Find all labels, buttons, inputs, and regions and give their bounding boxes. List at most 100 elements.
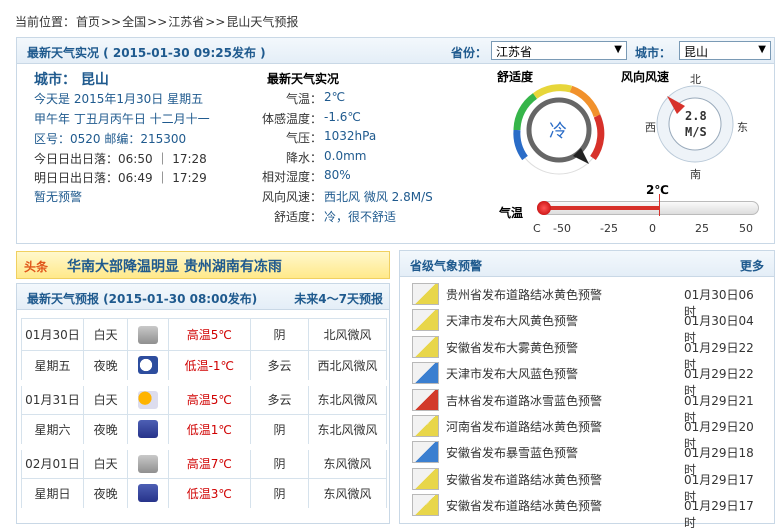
forecast-icon-cell: [127, 414, 169, 447]
obs-key: 体感温度：: [261, 111, 322, 126]
warnings-title: 省级气象预警: [410, 259, 483, 273]
forecast-icon-cell: [127, 478, 169, 511]
wind-unit: M/S: [685, 125, 707, 139]
obs-title: 最新天气实况: [267, 72, 340, 86]
forecast-cell: 阴: [250, 414, 309, 447]
chevron-down-icon: ▼: [758, 44, 766, 55]
city-title: 城市： 昆山: [34, 72, 109, 88]
obs-key: 气压：: [285, 131, 322, 146]
warning-item[interactable]: 安徽省发布暴雪蓝色预警 01月29日18时: [412, 439, 762, 477]
breadcrumb-sep: >>: [205, 15, 226, 29]
warning-badge-icon: [412, 467, 439, 490]
obs-key: 相对湿度：: [261, 170, 322, 185]
forecast-table: 01月30日 白天 高温5℃ 阴北风微风 星期五 夜晚 低温-1℃ 多云 西北风微风 01月31日…: [21, 318, 388, 514]
temp-fill: [544, 206, 659, 210]
warning-badge-icon: [412, 362, 439, 385]
forecast-cell: 星期日: [21, 478, 84, 511]
forecast-cell: 02月01日: [21, 446, 84, 479]
warning-text[interactable]: 安徽省发布道路结冰黄色预警: [446, 497, 602, 514]
obs-value: 1032hPa: [324, 129, 377, 144]
province-select[interactable]: 江苏省 ▼: [491, 41, 627, 60]
wind-speed: 2.8: [685, 109, 707, 123]
forecast-temp: 低温-1℃: [167, 350, 252, 383]
forecast-temp: 高温5℃: [167, 382, 252, 415]
warning-text[interactable]: 安徽省发布暴雪蓝色预警: [446, 444, 578, 461]
temp-bulb: [537, 201, 551, 215]
warnings-header: 省级气象预警 更多: [400, 251, 774, 277]
forecast-7day-link[interactable]: 未来4～7天预报: [294, 290, 383, 307]
obs-key: 风向风速：: [261, 190, 322, 204]
temp-tick-label: 25: [695, 222, 709, 235]
breadcrumb-prefix: 当前位置：: [15, 15, 76, 29]
obs-key: 舒适度：: [273, 209, 322, 224]
temp-tick-label: -50: [553, 222, 571, 235]
forecast-icon-cell: [127, 318, 169, 351]
province-label: 省份：: [451, 46, 488, 60]
province-select-value: 江苏省: [496, 45, 533, 59]
breadcrumb-home-link[interactable]: 首页: [76, 15, 100, 29]
forecast-cell: 阴: [250, 446, 309, 479]
temp-label: 气温: [499, 206, 524, 220]
today-sunrise: 今日日出日落：06:50 ｜ 17:28: [34, 152, 207, 166]
current-weather-header: 最新天气实况 ( 2015-01-30 09:25发布 ) 省份： 江苏省 ▼ 城…: [17, 38, 774, 64]
comfort-value: 冷: [549, 121, 567, 142]
warning-item[interactable]: 吉林省发布道路冰雪蓝色预警 01月29日21时: [412, 387, 762, 425]
moon-cloud-icon: [138, 356, 158, 375]
headline-link[interactable]: 华南大部降温明显 贵州湖南有冻雨: [67, 256, 282, 276]
warning-text[interactable]: 安徽省发布大雾黄色预警: [446, 339, 578, 356]
warning-item[interactable]: 天津市发布大风黄色预警 01月30日04时: [412, 307, 762, 345]
forecast-cell: 东北风微风: [307, 382, 388, 415]
forecast-cell: 多云: [250, 382, 309, 415]
forecast-icon-cell: [127, 382, 169, 415]
compass-west: 西: [645, 121, 656, 134]
forecast-row: 01月31日 白天 高温5℃ 多云 东北风微风: [21, 382, 388, 415]
warning-item[interactable]: 贵州省发布道路结冰黄色预警 01月30日06时: [412, 281, 762, 319]
temp-tick-label: C: [533, 222, 541, 235]
warning-text[interactable]: 天津市发布大风黄色预警: [446, 312, 578, 329]
forecast-cell: 东风微风: [307, 478, 388, 511]
forecast-row: 星期五 夜晚 低温-1℃ 多云 西北风微风: [21, 350, 388, 383]
warning-item[interactable]: 安徽省发布道路结冰黄色预警 01月29日17时: [412, 492, 762, 530]
date-line: 今天是 2015年1月30日 星期五: [34, 92, 204, 106]
chevron-down-icon: ▼: [614, 44, 622, 55]
warning-text[interactable]: 河南省发布道路结冰黄色预警: [446, 418, 602, 435]
headline-tag: 头条: [24, 260, 49, 274]
warning-badge-icon: [412, 388, 439, 411]
forecast-row: 星期日 夜晚 低温3℃ 阴东风微风: [21, 478, 388, 511]
obs-value: 0.0mm: [324, 148, 367, 163]
warning-text[interactable]: 安徽省发布道路结冰黄色预警: [446, 471, 602, 488]
breadcrumb-country-link[interactable]: 全国: [122, 15, 146, 29]
breadcrumb-province-link[interactable]: 江苏省: [168, 15, 204, 29]
wind-compass: [656, 85, 734, 163]
temp-marker: [658, 194, 660, 216]
forecast-row: 星期六 夜晚 低温1℃ 阴东北风微风: [21, 414, 388, 447]
forecast-cell: 星期六: [21, 414, 84, 447]
forecast-cell: 星期五: [21, 350, 84, 383]
forecast-cell: 夜晚: [82, 478, 129, 511]
compass-north: 北: [690, 73, 701, 86]
warning-item[interactable]: 天津市发布大风蓝色预警 01月29日22时: [412, 360, 762, 398]
no-warning-link[interactable]: 暂无预警: [34, 188, 82, 205]
forecast-cell: 多云: [250, 350, 309, 383]
warning-text[interactable]: 吉林省发布道路冰雪蓝色预警: [446, 392, 602, 409]
warnings-more-link[interactable]: 更多: [740, 257, 764, 274]
warning-text[interactable]: 贵州省发布道路结冰黄色预警: [446, 286, 602, 303]
forecast-temp: 高温7℃: [167, 446, 252, 479]
warning-text[interactable]: 天津市发布大风蓝色预警: [446, 365, 578, 382]
warning-item[interactable]: 河南省发布道路结冰黄色预警 01月29日20时: [412, 413, 762, 451]
compass-south: 南: [690, 168, 701, 181]
forecast-cell: 白天: [82, 382, 129, 415]
cloudy-icon: [138, 325, 158, 344]
breadcrumb-sep: >>: [101, 15, 122, 29]
obs-key: 降水：: [285, 150, 322, 165]
night-cloudy-icon: [138, 420, 158, 439]
city-select[interactable]: 昆山 ▼: [679, 41, 771, 60]
forecast-cell: 夜晚: [82, 350, 129, 383]
forecast-header: 最新天气预报 (2015-01-30 08:00发布) 未来4～7天预报: [17, 284, 389, 310]
forecast-title: 最新天气预报 (2015-01-30 08:00发布): [27, 292, 258, 306]
warning-badge-icon: [412, 415, 439, 437]
warning-item[interactable]: 安徽省发布道路结冰黄色预警 01月29日17时: [412, 466, 762, 504]
city-label: 城市：: [635, 46, 672, 60]
warning-item[interactable]: 安徽省发布大雾黄色预警 01月29日22时: [412, 334, 762, 372]
forecast-icon-cell: [127, 350, 169, 383]
